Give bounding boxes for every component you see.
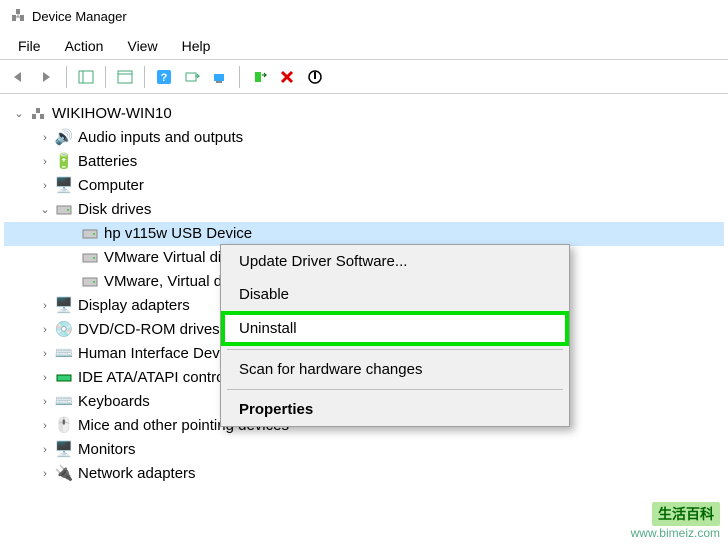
expand-icon[interactable]: › — [38, 322, 52, 339]
tree-node-network[interactable]: › 🔌 Network adapters — [4, 462, 724, 486]
expand-icon[interactable]: › — [38, 394, 52, 411]
titlebar: Device Manager — [0, 0, 728, 32]
disk-icon — [54, 204, 74, 216]
menu-help[interactable]: Help — [170, 34, 223, 57]
tree-label: Display adapters — [78, 295, 190, 318]
disk-icon — [80, 252, 100, 264]
watermark-label: 生活百科 — [652, 502, 720, 526]
expand-icon[interactable]: › — [38, 346, 52, 363]
disable-device-button[interactable] — [302, 64, 328, 90]
scan-hardware-button[interactable] — [179, 64, 205, 90]
device-manager-icon — [10, 7, 26, 26]
disk-icon — [80, 228, 100, 240]
dvd-icon: 💿 — [54, 319, 74, 342]
tree-label: Network adapters — [78, 463, 196, 486]
mouse-icon: 🖱️ — [54, 415, 74, 438]
forward-button[interactable] — [34, 64, 60, 90]
tree-node-monitors[interactable]: › 🖥️ Monitors — [4, 438, 724, 462]
context-separator — [227, 389, 563, 390]
svg-text:?: ? — [161, 72, 168, 84]
context-update-driver[interactable]: Update Driver Software... — [221, 245, 569, 278]
expand-icon[interactable]: › — [38, 178, 52, 195]
properties-button[interactable] — [112, 64, 138, 90]
context-disable[interactable]: Disable — [221, 278, 569, 311]
context-menu: Update Driver Software... Disable Uninst… — [220, 244, 570, 427]
expand-icon[interactable]: › — [38, 370, 52, 387]
expand-icon[interactable]: › — [38, 442, 52, 459]
watermark-url: www.bimeiz.com — [631, 526, 720, 540]
computer-icon — [28, 107, 48, 121]
tree-node-batteries[interactable]: › 🔋 Batteries — [4, 150, 724, 174]
menu-view[interactable]: View — [115, 34, 169, 57]
ide-icon — [54, 372, 74, 384]
toolbar-separator — [66, 66, 67, 88]
watermark: 生活百科 www.bimeiz.com — [631, 502, 720, 540]
expand-icon[interactable]: › — [38, 298, 52, 315]
show-hide-tree-button[interactable] — [73, 64, 99, 90]
tree-label: Keyboards — [78, 391, 150, 414]
toolbar-separator — [105, 66, 106, 88]
tree-label: VMware Virtual disk — [104, 247, 236, 270]
update-driver-button[interactable] — [207, 64, 233, 90]
toolbar: ? — [0, 60, 728, 94]
context-scan-hardware[interactable]: Scan for hardware changes — [221, 353, 569, 386]
context-uninstall[interactable]: Uninstall — [221, 311, 569, 346]
window-title: Device Manager — [32, 9, 127, 24]
expand-icon[interactable]: › — [38, 154, 52, 171]
help-button[interactable]: ? — [151, 64, 177, 90]
keyboard-icon: ⌨️ — [54, 391, 74, 414]
tree-root[interactable]: ⌄ WIKIHOW-WIN10 — [4, 102, 724, 126]
tree-label: Batteries — [78, 151, 137, 174]
tree-node-audio[interactable]: › 🔊 Audio inputs and outputs — [4, 126, 724, 150]
tree-label: WIKIHOW-WIN10 — [52, 103, 172, 126]
tree-label: Computer — [78, 175, 144, 198]
tree-node-computer[interactable]: › 🖥️ Computer — [4, 174, 724, 198]
tree-label: Audio inputs and outputs — [78, 127, 243, 150]
expand-icon[interactable]: › — [38, 466, 52, 483]
tree-label: DVD/CD-ROM drives — [78, 319, 220, 342]
collapse-icon[interactable]: ⌄ — [12, 106, 26, 123]
uninstall-device-button[interactable] — [274, 64, 300, 90]
network-icon: 🔌 — [54, 463, 74, 486]
tree-label: Monitors — [78, 439, 136, 462]
expand-icon[interactable]: › — [38, 130, 52, 147]
toolbar-separator — [239, 66, 240, 88]
collapse-icon[interactable]: ⌄ — [38, 202, 52, 219]
battery-icon: 🔋 — [54, 151, 74, 174]
tree-node-disk-drives[interactable]: ⌄ Disk drives — [4, 198, 724, 222]
context-properties[interactable]: Properties — [221, 393, 569, 426]
menubar: File Action View Help — [0, 32, 728, 60]
menu-action[interactable]: Action — [53, 34, 116, 57]
expand-icon[interactable]: › — [38, 418, 52, 435]
context-separator — [227, 349, 563, 350]
back-button[interactable] — [6, 64, 32, 90]
tree-node-disk-child-selected[interactable]: hp v115w USB Device — [4, 222, 724, 246]
toolbar-separator — [144, 66, 145, 88]
audio-icon: 🔊 — [54, 127, 74, 150]
tree-label: Disk drives — [78, 199, 151, 222]
menu-file[interactable]: File — [6, 34, 53, 57]
enable-device-button[interactable] — [246, 64, 272, 90]
disk-icon — [80, 276, 100, 288]
monitor-icon: 🖥️ — [54, 439, 74, 462]
tree-label: hp v115w USB Device — [104, 223, 252, 246]
monitor-icon: 🖥️ — [54, 175, 74, 198]
display-adapter-icon: 🖥️ — [54, 295, 74, 318]
hid-icon: ⌨️ — [54, 343, 74, 366]
